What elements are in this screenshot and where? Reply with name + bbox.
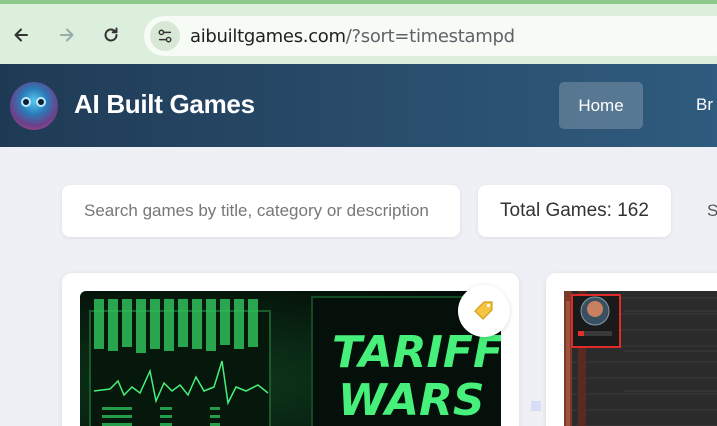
site-header: AI Built Games Home Br — [0, 64, 717, 147]
reload-button[interactable] — [98, 22, 124, 48]
forward-arrow-icon — [60, 28, 74, 42]
site-info-button[interactable] — [150, 21, 180, 51]
back-button[interactable] — [8, 22, 34, 48]
tag-icon — [474, 301, 493, 320]
url-text[interactable]: aibuiltgames.com/?sort=timestampd — [190, 26, 515, 47]
search-container — [62, 185, 460, 237]
game-thumbnail[interactable] — [564, 291, 717, 426]
tariff-wars-artwork: TARIFF WARS — [89, 296, 501, 426]
url-path: /?sort=timestampd — [345, 26, 515, 47]
tune-icon — [158, 29, 172, 43]
game-thumbnail[interactable]: TARIFF WARS — [80, 291, 501, 426]
decorative-square — [531, 401, 541, 411]
dungeon-artwork — [564, 291, 717, 426]
reload-icon — [104, 27, 118, 42]
address-bar[interactable]: aibuiltgames.com/?sort=timestampd — [144, 16, 717, 56]
site-title[interactable]: AI Built Games — [74, 89, 255, 120]
game-card[interactable]: TARIFF WARS — [62, 273, 519, 426]
robot-logo-icon[interactable] — [10, 82, 58, 130]
thumbnail-title-line2: WARS — [338, 375, 485, 426]
category-badge[interactable] — [458, 285, 510, 337]
total-games-badge: Total Games: 162 — [478, 185, 671, 237]
back-arrow-icon — [14, 28, 28, 42]
nav-home-button[interactable]: Home — [559, 82, 643, 129]
search-input[interactable] — [62, 185, 460, 237]
sort-label[interactable]: S — [707, 201, 717, 221]
url-host: aibuiltgames.com — [190, 26, 346, 47]
nav-browse-link[interactable]: Br — [696, 95, 713, 115]
game-card[interactable] — [546, 273, 717, 426]
browser-toolbar: aibuiltgames.com/?sort=timestampd — [0, 0, 717, 64]
forward-button[interactable] — [54, 22, 80, 48]
